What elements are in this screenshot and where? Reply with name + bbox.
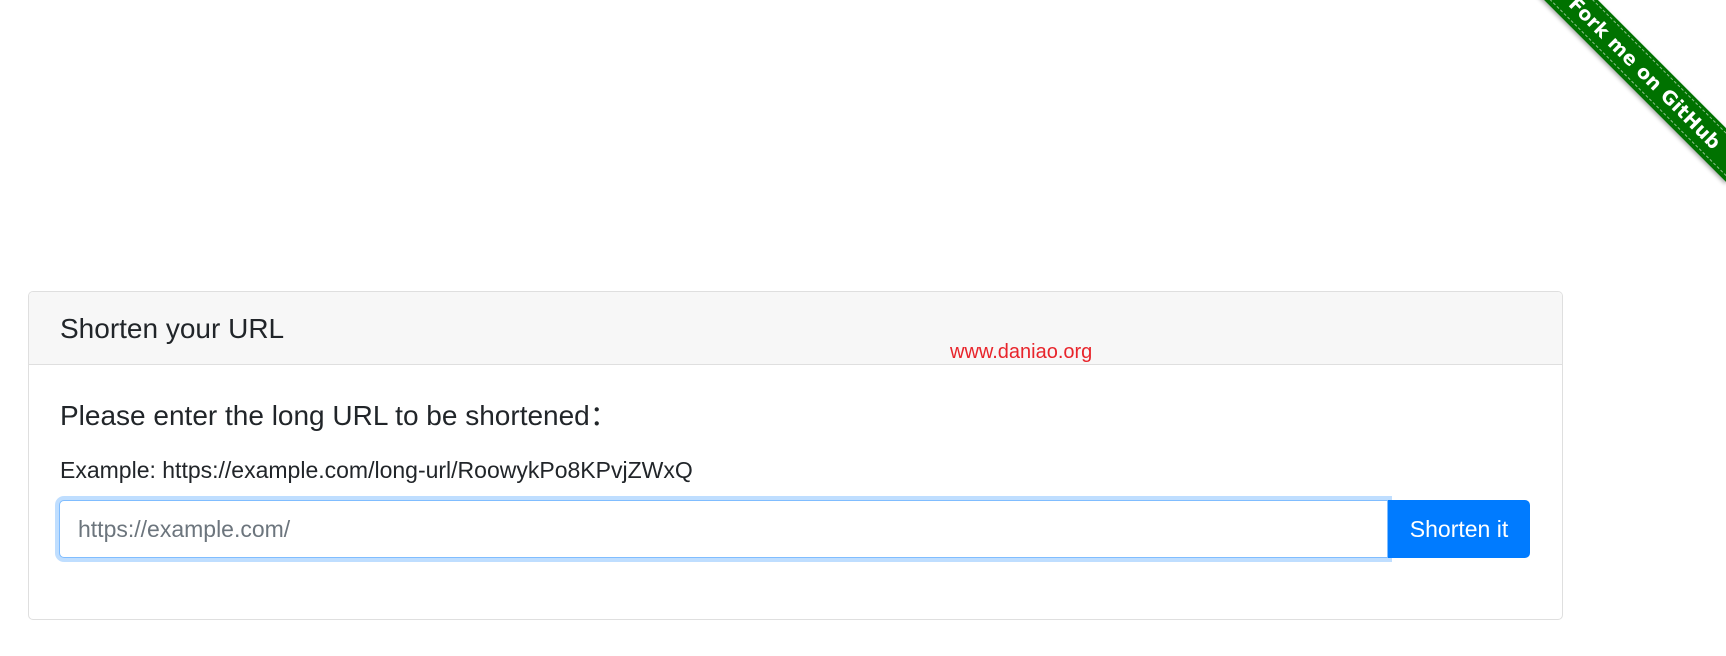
- card-header: Shorten your URL: [29, 292, 1562, 365]
- watermark-text: www.daniao.org: [950, 341, 1093, 363]
- card-title: Shorten your URL: [60, 313, 285, 344]
- long-url-input[interactable]: [59, 500, 1388, 558]
- fork-me-on-github-ribbon[interactable]: Fork me on GitHub: [1514, 0, 1726, 183]
- github-ribbon-container: Fork me on GitHub: [1496, 0, 1726, 230]
- shorten-it-button[interactable]: Shorten it: [1388, 500, 1530, 558]
- url-input-group: Shorten it: [59, 500, 1530, 558]
- ribbon-label: Fork me on GitHub: [1564, 0, 1726, 155]
- prompt-heading: Please enter the long URL to be shortene…: [60, 400, 618, 431]
- page: Fork me on GitHub www.daniao.org Shorten…: [0, 0, 1726, 656]
- example-text: Example: https://example.com/long-url/Ro…: [60, 457, 693, 483]
- shorten-url-card: Shorten your URL Please enter the long U…: [28, 291, 1563, 620]
